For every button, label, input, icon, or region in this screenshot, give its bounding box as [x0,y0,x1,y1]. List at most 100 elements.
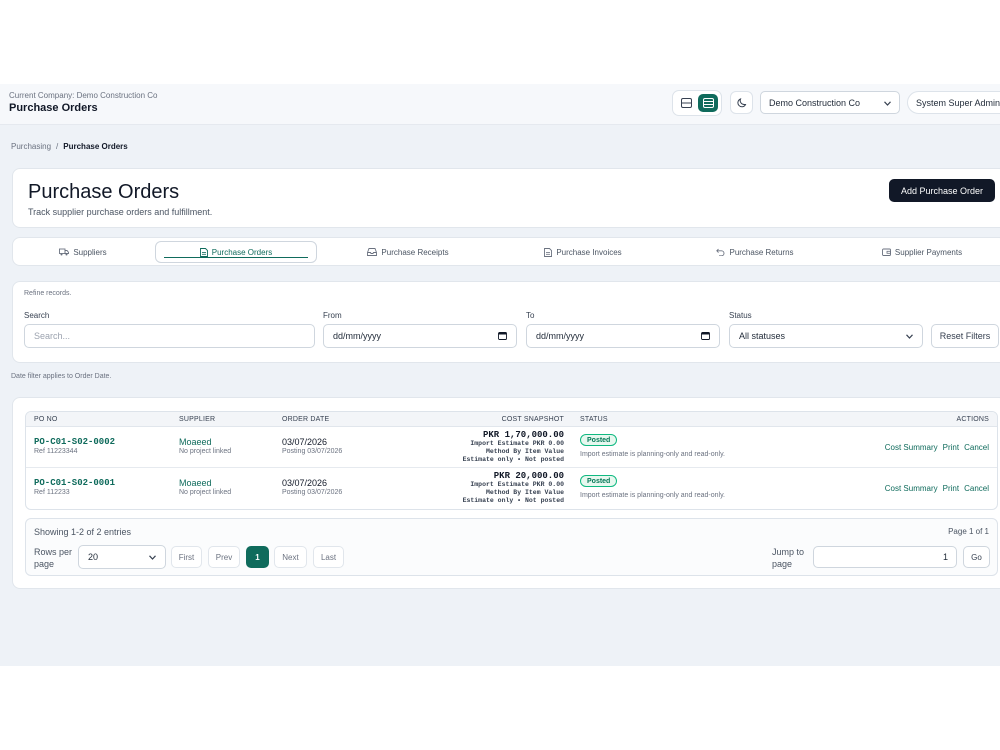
rows-per-page-select[interactable]: 20 [78,545,166,569]
user-menu[interactable]: System Super Admin [907,91,1000,114]
view-toggle-group [672,90,722,116]
table-view-icon[interactable] [698,94,718,112]
search-label: Search [24,311,50,320]
app-page-title: Purchase Orders [9,102,98,114]
cancel-link[interactable]: Cancel [964,484,989,493]
breadcrumb-current: Purchase Orders [63,142,128,151]
status-select-value: All statuses [739,331,786,341]
to-date-input[interactable]: dd/mm/yyyy [526,324,720,348]
page-of-text: Page 1 of 1 [948,527,989,536]
module-tabs: Suppliers Purchase Orders Purchase Recei… [12,237,1000,266]
order-date: 03/07/2026 [282,437,328,447]
breadcrumb-separator: / [56,142,59,151]
tab-purchase-receipts[interactable]: Purchase Receipts [353,241,463,263]
calendar-icon[interactable] [701,331,710,342]
add-purchase-order-button[interactable]: Add Purchase Order [889,179,995,202]
po-reference: Ref 112233 [34,489,70,496]
cost-snapshot: PKR 20,000.00 Import Estimate PKR 0.00 M… [463,471,564,505]
inbox-icon [367,248,378,256]
project-text: No project linked [179,448,232,455]
app-shell: Current Company: Demo Construction Co Pu… [0,84,1000,666]
pagination-bar: Showing 1-2 of 2 entries Page 1 of 1 Row… [25,518,998,576]
to-date-value: dd/mm/yyyy [536,331,585,341]
last-page-button[interactable]: Last [313,546,344,568]
tab-label: Suppliers [73,247,107,257]
calendar-icon[interactable] [498,331,507,342]
search-input[interactable]: Search... [24,324,315,348]
po-reference: Ref 11223344 [34,448,78,455]
tab-label: Purchase Invoices [556,247,622,257]
status-note: Import estimate is planning-only and rea… [580,492,726,499]
table-row: PO-C01-S02-0001 Ref 112233 Moaeed No pro… [26,468,997,509]
cancel-link[interactable]: Cancel [964,443,989,452]
panel-split-icon[interactable] [676,94,696,112]
page-subtitle: Track supplier purchase orders and fulfi… [28,207,213,217]
cost-amount: PKR 20,000.00 [493,471,564,481]
cost-snapshot: PKR 1,70,000.00 Import Estimate PKR 0.00… [463,430,564,464]
row-actions: Cost Summary Print Cancel [885,443,989,452]
table-header: PO NO SUPPLIER ORDER DATE COST SNAPSHOT … [26,412,997,427]
row-actions: Cost Summary Print Cancel [885,484,989,493]
document-icon [544,247,553,257]
cost-line: Import Estimate PKR 0.00 [470,481,564,488]
rows-per-page-label: Rows per page [34,547,73,569]
breadcrumb-parent[interactable]: Purchasing [11,142,51,151]
tab-supplier-payments[interactable]: Supplier Payments [867,241,977,263]
posting-date: Posting 03/07/2026 [282,448,343,455]
prev-page-button[interactable]: Prev [208,546,240,568]
po-number-link[interactable]: PO-C01-S02-0002 [34,437,115,447]
status-badge: Posted [580,475,618,487]
cost-line: Estimate only • Not posted [462,497,564,504]
next-page-button[interactable]: Next [274,546,307,568]
tab-purchase-returns[interactable]: Purchase Returns [700,241,810,263]
chevron-down-icon [906,331,913,341]
truck-icon [59,248,70,256]
from-date-input[interactable]: dd/mm/yyyy [323,324,517,348]
column-header-po-no: PO NO [34,416,58,423]
chevron-down-icon [884,98,891,108]
tab-suppliers[interactable]: Suppliers [28,241,138,263]
jump-to-page-input[interactable]: 1 [813,546,957,568]
reset-filters-button[interactable]: Reset Filters [931,324,999,348]
posting-date: Posting 03/07/2026 [282,489,343,496]
chevron-down-icon [149,552,156,562]
purchase-orders-table: PO NO SUPPLIER ORDER DATE COST SNAPSHOT … [25,411,998,510]
document-icon [199,247,208,257]
supplier-link[interactable]: Moaeed [179,478,212,488]
print-link[interactable]: Print [943,443,959,452]
cost-line: Import Estimate PKR 0.00 [470,440,564,447]
status-badge: Posted [580,434,618,446]
jump-to-page-label: Jump to page [772,547,805,569]
company-select-value: Demo Construction Co [769,97,861,108]
supplier-link[interactable]: Moaeed [179,437,212,447]
date-filter-note: Date filter applies to Order Date. [11,373,112,380]
company-select[interactable]: Demo Construction Co [760,91,900,114]
current-page-button[interactable]: 1 [246,546,269,568]
undo-icon [716,248,725,256]
to-label: To [526,311,535,320]
column-header-order-date: ORDER DATE [282,416,330,423]
breadcrumb: Purchasing / Purchase Orders [11,142,128,151]
status-note: Import estimate is planning-only and rea… [580,451,726,458]
page-title: Purchase Orders [28,181,180,203]
go-button[interactable]: Go [963,546,990,568]
order-date: 03/07/2026 [282,478,328,488]
rows-per-page-value: 20 [88,552,99,562]
cost-amount: PKR 1,70,000.00 [482,430,564,440]
status-select[interactable]: All statuses [729,324,923,348]
cost-summary-link[interactable]: Cost Summary [885,443,938,452]
column-header-status: STATUS [580,416,608,423]
column-header-cost-snapshot: COST SNAPSHOT [501,416,564,423]
po-number-link[interactable]: PO-C01-S02-0001 [34,478,115,488]
project-text: No project linked [179,489,232,496]
wallet-icon [881,248,891,256]
showing-entries-text: Showing 1-2 of 2 entries [34,527,132,537]
moon-icon[interactable] [730,91,753,114]
filters-card: Refine records. Search Search... From dd… [12,281,1000,363]
column-header-actions: ACTIONS [956,416,989,423]
print-link[interactable]: Print [943,484,959,493]
tab-purchase-orders[interactable]: Purchase Orders [155,241,317,263]
tab-purchase-invoices[interactable]: Purchase Invoices [528,241,638,263]
first-page-button[interactable]: First [171,546,202,568]
cost-summary-link[interactable]: Cost Summary [885,484,938,493]
